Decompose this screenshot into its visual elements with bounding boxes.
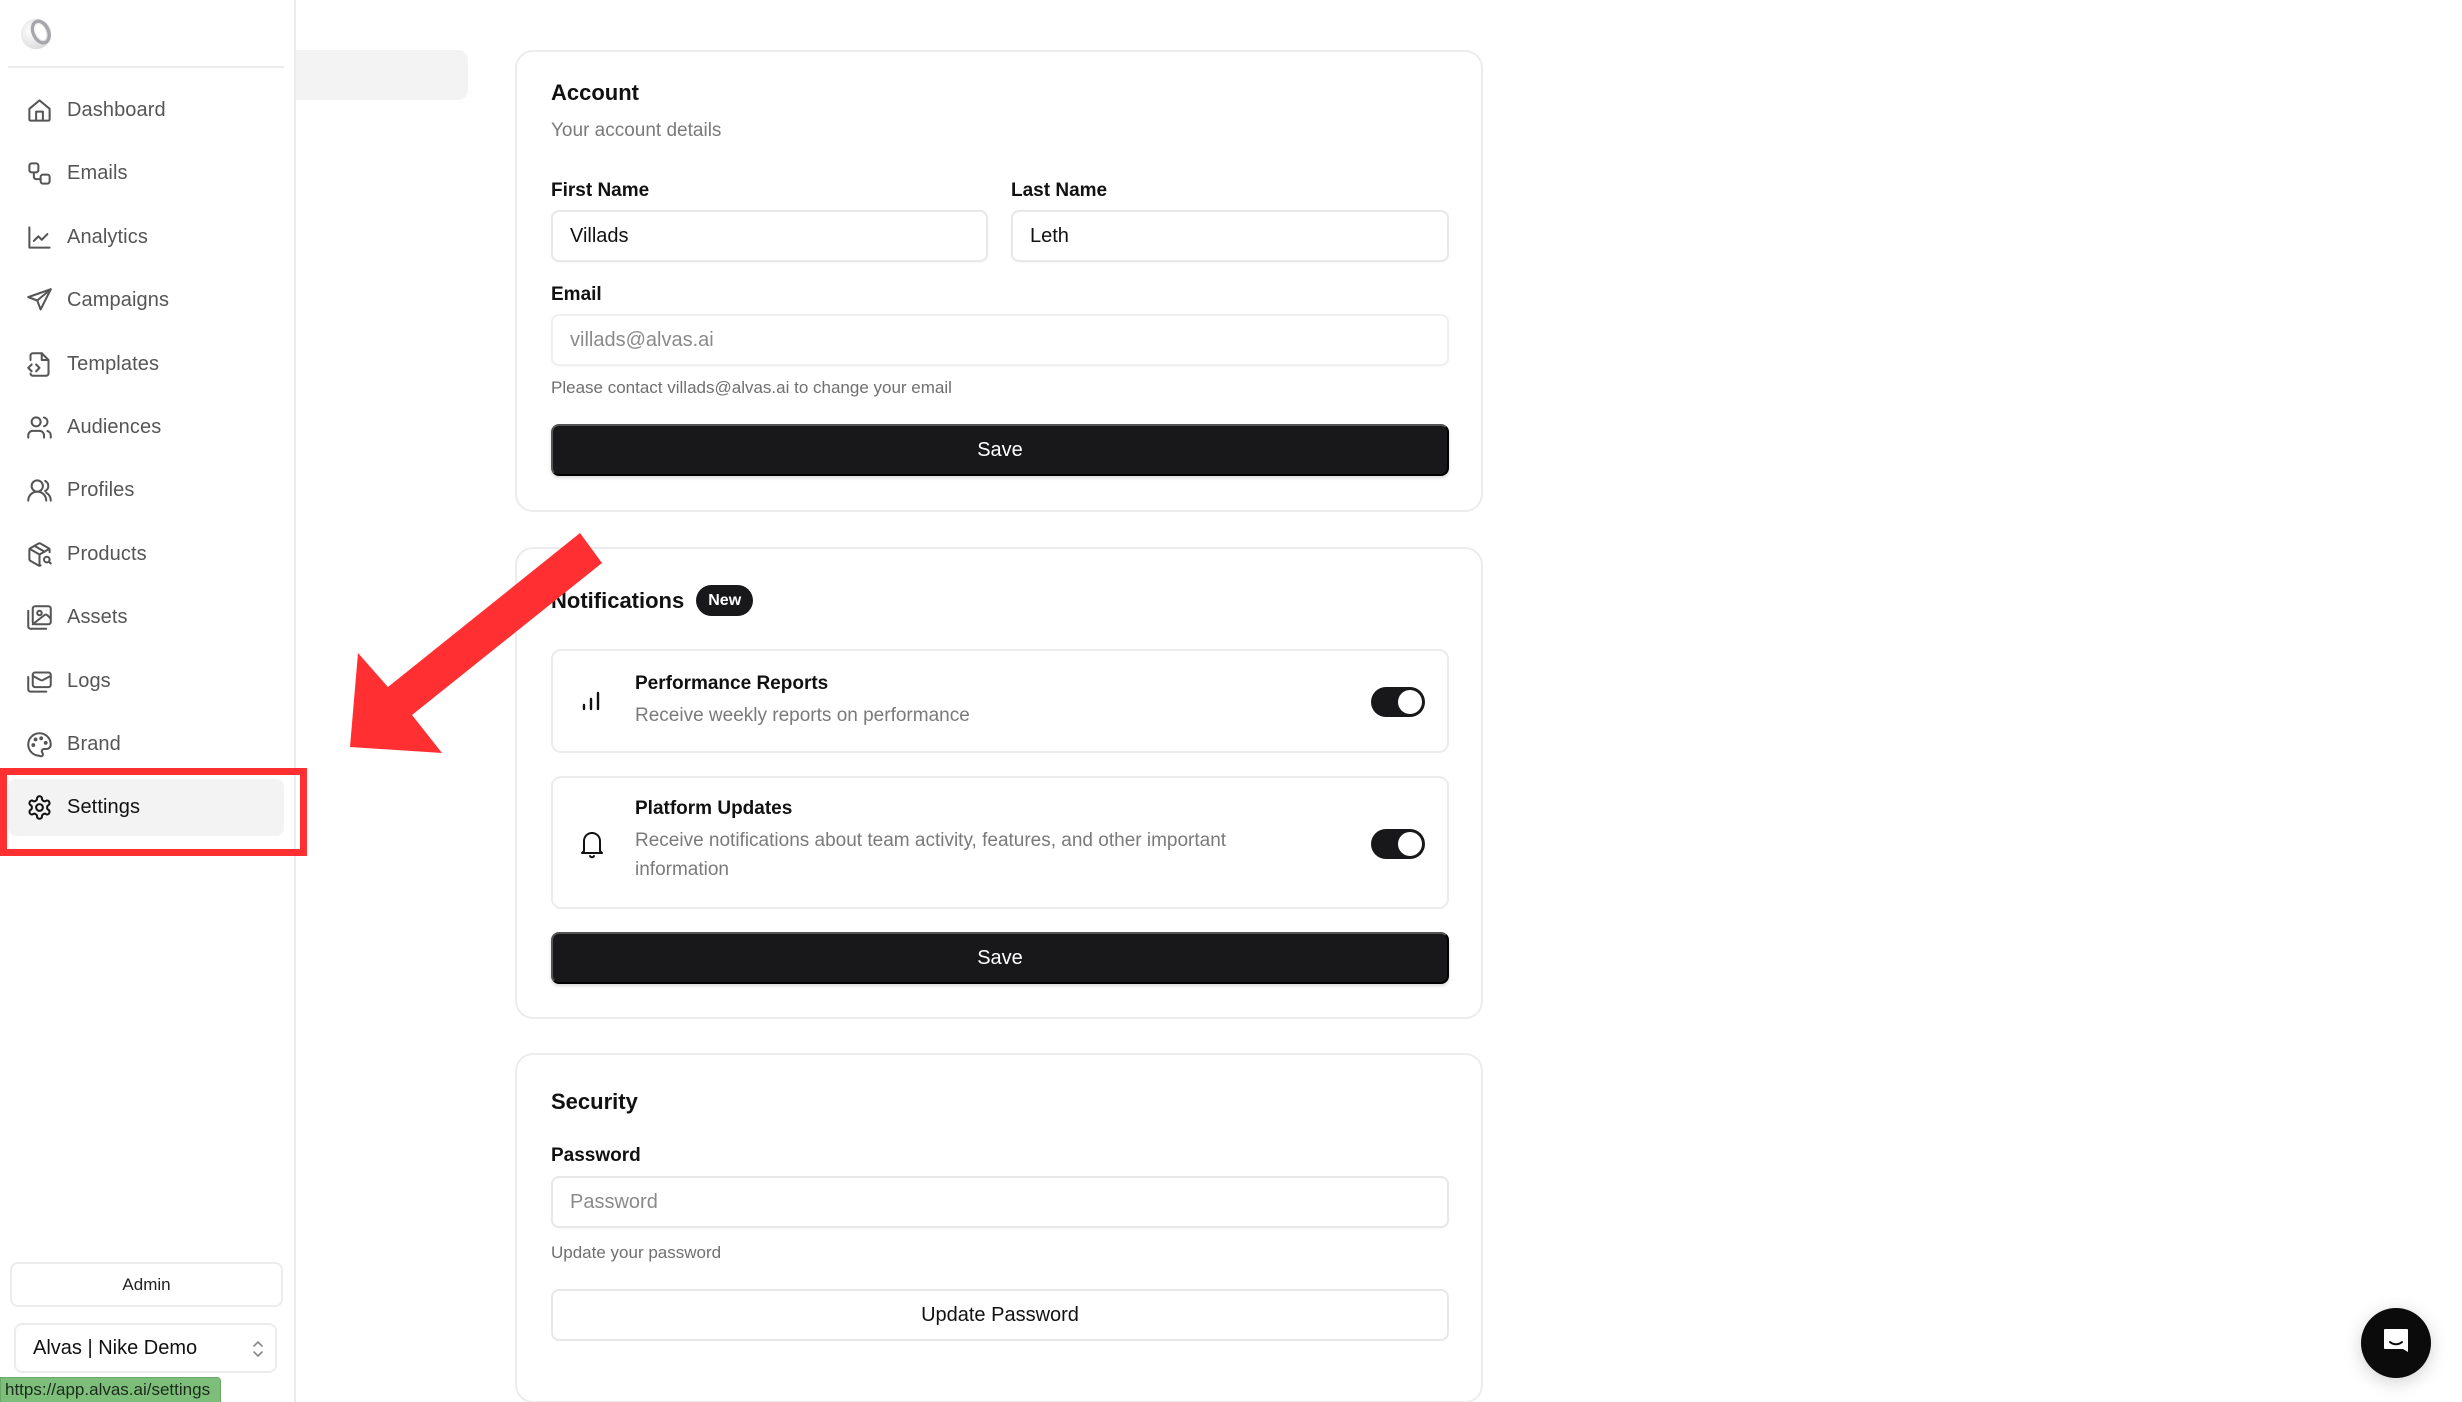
sidebar-item-brand[interactable]: Brand [8, 716, 284, 773]
bar-chart-icon [578, 685, 606, 717]
notification-title: Platform Updates [635, 798, 793, 819]
sidebar-item-label: Audiences [67, 415, 162, 438]
sidebar-item-label: Templates [67, 352, 160, 375]
sidebar: Dashboard Emails Analytics Campaigns Tem… [0, 0, 296, 1402]
sidebar-item-dashboard[interactable]: Dashboard [8, 82, 284, 139]
notifications-title: Notifications [551, 587, 685, 613]
mails-icon [25, 667, 53, 695]
sidebar-item-products[interactable]: Products [8, 526, 284, 583]
sidebar-item-assets[interactable]: Assets [8, 589, 284, 646]
account-save-button[interactable]: Save [551, 424, 1449, 476]
file-code-icon [25, 350, 53, 378]
platform-updates-toggle[interactable] [1371, 829, 1425, 859]
account-title: Account [551, 80, 639, 105]
password-label: Password [551, 1145, 641, 1166]
gear-icon [25, 794, 53, 822]
last-name-input[interactable]: Leth [1011, 210, 1449, 262]
secondary-nav-placeholder [296, 50, 468, 100]
bell-icon [578, 828, 606, 860]
send-icon [25, 287, 53, 315]
chevrons-up-down-icon [251, 1338, 265, 1360]
sidebar-nav: Dashboard Emails Analytics Campaigns Tem… [8, 82, 284, 843]
sidebar-item-settings[interactable]: Settings [8, 779, 284, 837]
notification-description: Receive notifications about team activit… [635, 830, 1227, 880]
last-name-label: Last Name [1011, 180, 1108, 201]
sidebar-item-logs[interactable]: Logs [8, 653, 284, 710]
sidebar-item-label: Emails [67, 162, 128, 185]
users-icon [25, 413, 53, 441]
first-name-input[interactable]: Villads [551, 210, 988, 262]
chat-icon [2380, 1325, 2412, 1362]
sidebar-item-label: Dashboard [67, 99, 166, 121]
toggle-knob [1398, 832, 1422, 856]
home-icon [25, 97, 53, 125]
update-password-button[interactable]: Update Password [551, 1289, 1449, 1341]
notifications-save-button[interactable]: Save [551, 932, 1449, 984]
email-field[interactable]: villads@alvas.ai [551, 314, 1449, 366]
package-search-icon [25, 540, 53, 568]
security-card: Security Password Password Update your p… [515, 1053, 1483, 1402]
sidebar-item-templates[interactable]: Templates [8, 336, 284, 393]
password-input[interactable]: Password [551, 1176, 1449, 1228]
sidebar-item-label: Assets [67, 606, 128, 629]
notification-row-performance-reports: Performance Reports Receive weekly repor… [551, 649, 1449, 753]
palette-icon [25, 730, 53, 758]
password-help-text: Update your password [551, 1243, 722, 1262]
sidebar-divider [8, 66, 284, 68]
account-card: Account Your account details First Name … [515, 50, 1483, 512]
email-label: Email [551, 284, 602, 305]
notifications-card: Notifications New Performance Reports Re… [515, 547, 1483, 1019]
sidebar-item-profiles[interactable]: Profiles [8, 462, 284, 519]
user-round-icon [25, 477, 53, 505]
line-chart-icon [25, 223, 53, 251]
sidebar-item-audiences[interactable]: Audiences [8, 399, 284, 456]
email-help-text: Please contact villads@alvas.ai to chang… [551, 378, 952, 397]
notification-description: Receive weekly reports on performance [635, 705, 970, 726]
performance-reports-toggle[interactable] [1371, 687, 1425, 717]
sidebar-item-campaigns[interactable]: Campaigns [8, 272, 284, 329]
sidebar-item-label: Profiles [67, 479, 135, 502]
sidebar-item-label: Logs [67, 669, 111, 692]
notification-title: Performance Reports [635, 673, 829, 694]
sidebar-item-label: Settings [67, 796, 141, 819]
alvas-logo[interactable] [18, 14, 56, 52]
notifications-header: Notifications New [551, 585, 754, 616]
workflow-icon [25, 160, 53, 188]
images-icon [25, 604, 53, 632]
notification-row-platform-updates: Platform Updates Receive notifications a… [551, 776, 1449, 909]
sidebar-item-emails[interactable]: Emails [8, 145, 284, 202]
status-url-tooltip: https://app.alvas.ai/settings [0, 1377, 222, 1402]
toggle-knob [1398, 690, 1422, 714]
sidebar-item-label: Brand [67, 732, 121, 755]
workspace-select[interactable]: Alvas | Nike Demo [14, 1323, 277, 1373]
security-title: Security [551, 1089, 638, 1114]
new-badge: New [696, 585, 754, 616]
sidebar-item-label: Analytics [67, 225, 148, 248]
account-subtitle: Your account details [551, 120, 722, 141]
sidebar-item-analytics[interactable]: Analytics [8, 209, 284, 266]
sidebar-item-label: Campaigns [67, 289, 170, 312]
workspace-select-value: Alvas | Nike Demo [33, 1336, 198, 1359]
chat-launcher-button[interactable] [2361, 1308, 2431, 1378]
first-name-label: First Name [551, 180, 650, 201]
admin-button[interactable]: Admin [10, 1262, 283, 1307]
sidebar-item-label: Products [67, 542, 147, 565]
